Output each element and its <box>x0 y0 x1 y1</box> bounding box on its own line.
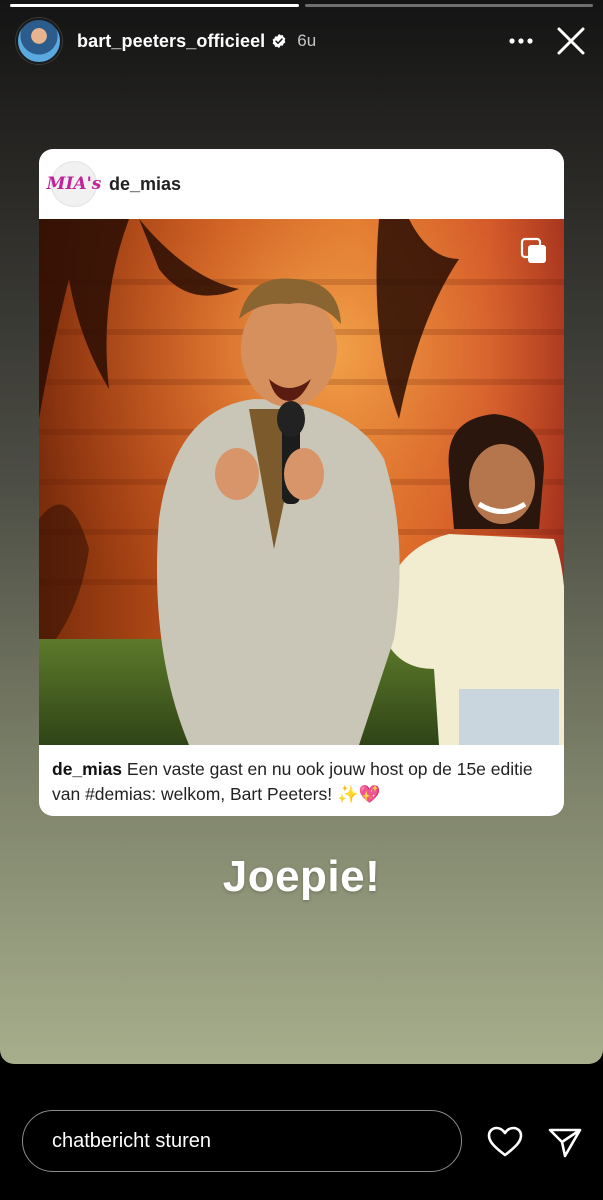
progress-segment <box>10 4 299 7</box>
progress-segment <box>304 4 593 7</box>
more-options-button[interactable] <box>501 21 541 61</box>
verified-badge-icon <box>272 34 286 48</box>
post-photo[interactable] <box>39 219 564 745</box>
avatar[interactable] <box>16 18 62 64</box>
story-username[interactable]: bart_peeters_officieel <box>77 31 265 52</box>
send-icon[interactable] <box>545 1122 585 1162</box>
story-header: bart_peeters_officieel 6u <box>16 18 591 64</box>
stage-photo-illustration <box>39 219 564 745</box>
caption-username[interactable]: de_mias <box>52 759 122 779</box>
story-progress <box>10 4 593 7</box>
carousel-icon <box>520 237 546 263</box>
shared-post-card[interactable]: MIA's de_mias de_mias Een vaste gast en … <box>39 149 564 816</box>
close-button[interactable] <box>551 21 591 61</box>
message-input[interactable]: chatbericht sturen <box>22 1110 462 1172</box>
shared-post-header: MIA's de_mias <box>39 149 564 219</box>
heart-icon[interactable] <box>485 1122 525 1162</box>
message-input-placeholder: chatbericht sturen <box>52 1129 211 1152</box>
post-caption: de_mias Een vaste gast en nu ook jouw ho… <box>52 757 552 807</box>
caption-text: Een vaste gast en nu ook jouw host op de… <box>52 759 533 804</box>
post-username[interactable]: de_mias <box>109 174 181 195</box>
progress-fill <box>10 4 299 7</box>
story-frame[interactable]: bart_peeters_officieel 6u MIA's de_mias <box>0 0 603 1064</box>
story-timestamp: 6u <box>297 31 317 50</box>
story-text-sticker: Joepie! <box>222 852 381 901</box>
close-icon <box>557 27 585 55</box>
reply-bar: chatbericht sturen <box>0 1064 603 1200</box>
post-avatar-logo[interactable]: MIA's <box>47 161 101 207</box>
more-horizontal-icon <box>509 38 533 44</box>
